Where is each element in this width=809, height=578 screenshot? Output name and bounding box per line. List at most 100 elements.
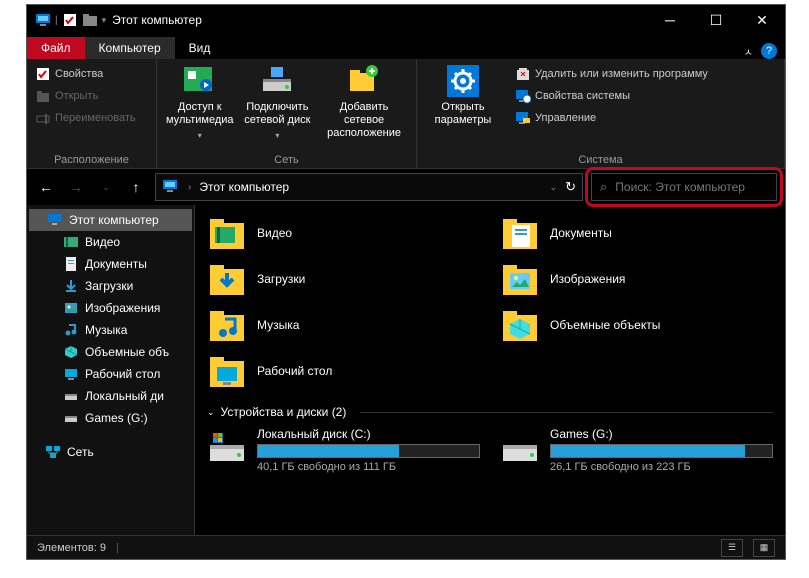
sidebar-item-downloads[interactable]: Загрузки — [27, 275, 194, 297]
map-drive-icon — [259, 63, 295, 99]
folder-3d[interactable]: Объемные объекты — [500, 305, 773, 345]
tab-computer[interactable]: Компьютер — [85, 37, 175, 59]
folder-3d-icon — [500, 305, 540, 345]
search-wrapper: ⌕ Поиск: Этот компьютер — [591, 173, 777, 201]
sidebar-item-games-drive[interactable]: Games (G:) — [27, 407, 194, 429]
address-dropdown-icon[interactable]: ⌄ — [550, 182, 558, 193]
folder-desktop[interactable]: Рабочий стол — [207, 351, 480, 391]
view-icons-button[interactable]: ▦ — [753, 539, 775, 557]
folder-documents[interactable]: Документы — [500, 213, 773, 253]
folder-desktop-icon — [207, 351, 247, 391]
address-field[interactable]: › Этот компьютер ⌄ ↻ — [155, 173, 583, 201]
folder-video-icon — [207, 213, 247, 253]
collapse-ribbon-icon[interactable]: ㅅ — [744, 44, 753, 59]
window-title: Этот компьютер — [112, 13, 647, 27]
view-details-button[interactable]: ☰ — [721, 539, 743, 557]
open-icon — [35, 88, 51, 104]
system-properties-button[interactable]: Свойства системы — [515, 85, 708, 107]
folder-pictures-icon — [500, 259, 540, 299]
folder-music[interactable]: Музыка — [207, 305, 480, 345]
explorer-window: | ▾ Этот компьютер ─ ☐ ✕ Файл Компьютер … — [26, 4, 786, 560]
rename-icon — [35, 110, 51, 126]
minimize-button[interactable]: ─ — [647, 5, 693, 35]
recent-dropdown[interactable]: ⌄ — [95, 182, 117, 193]
video-icon — [63, 234, 79, 250]
folder-pictures[interactable]: Изображения — [500, 259, 773, 299]
cube-icon — [63, 344, 79, 360]
properties-quick-icon[interactable] — [62, 12, 78, 28]
sysprops-icon — [515, 88, 531, 104]
dropdown-icon[interactable]: ▾ — [102, 15, 107, 26]
drive-icon — [63, 388, 79, 404]
close-button[interactable]: ✕ — [739, 5, 785, 35]
desktop-icon — [63, 366, 79, 382]
chevron-down-icon: ⌄ — [207, 407, 215, 418]
content-area: Этот компьютер Видео Документы Загрузки … — [27, 205, 785, 535]
sidebar-item-pictures[interactable]: Изображения — [27, 297, 194, 319]
documents-icon — [63, 256, 79, 272]
folders-grid: Видео Документы Загрузки Изображения Муз… — [207, 213, 773, 391]
group-label-network: Сеть — [165, 154, 408, 166]
sidebar-item-3d[interactable]: Объемные объ — [27, 341, 194, 363]
search-icon: ⌕ — [600, 179, 607, 195]
open-settings-button[interactable]: Открыть параметры — [425, 63, 501, 152]
folder-downloads-icon — [207, 259, 247, 299]
manage-button[interactable]: Управление — [515, 107, 708, 129]
ribbon: Свойства Открыть Переименовать Расположе… — [27, 59, 785, 169]
tab-view[interactable]: Вид — [175, 37, 225, 59]
pictures-icon — [63, 300, 79, 316]
drive-usage-bar — [257, 444, 480, 458]
pc-icon — [162, 178, 180, 196]
group-label-system: Система — [425, 154, 776, 166]
network-icon — [45, 444, 61, 460]
music-icon — [63, 322, 79, 338]
sidebar-item-network[interactable]: Сеть — [27, 441, 194, 463]
map-drive-button[interactable]: Подключить сетевой диск▾ — [243, 63, 313, 152]
titlebar[interactable]: | ▾ Этот компьютер ─ ☐ ✕ — [27, 5, 785, 35]
main-panel[interactable]: Видео Документы Загрузки Изображения Муз… — [195, 205, 785, 535]
group-label-location: Расположение — [35, 154, 148, 166]
drive-c[interactable]: Локальный диск (C:) 40,1 ГБ свободно из … — [207, 427, 480, 473]
refresh-button[interactable]: ↻ — [565, 179, 576, 195]
add-location-button[interactable]: Добавить сетевое расположение — [320, 63, 408, 152]
sidebar-item-music[interactable]: Музыка — [27, 319, 194, 341]
address-text: Этот компьютер — [199, 180, 541, 194]
up-button[interactable]: ↑ — [125, 179, 147, 195]
new-folder-quick-icon[interactable] — [82, 12, 98, 28]
tab-file[interactable]: Файл — [27, 37, 85, 59]
sidebar-item-videos[interactable]: Видео — [27, 231, 194, 253]
pc-icon — [35, 12, 51, 28]
sidebar-item-this-pc[interactable]: Этот компьютер — [29, 209, 192, 231]
folder-videos[interactable]: Видео — [207, 213, 480, 253]
quick-access-toolbar: | ▾ — [35, 12, 106, 28]
status-item-count: Элементов: 9 — [37, 542, 106, 554]
sidebar-item-documents[interactable]: Документы — [27, 253, 194, 275]
drive-label: Games (G:) — [550, 427, 773, 441]
drive-label: Локальный диск (C:) — [257, 427, 480, 441]
help-icon[interactable]: ? — [761, 43, 777, 59]
search-input[interactable]: ⌕ Поиск: Этот компьютер — [591, 173, 777, 201]
sidebar-item-desktop[interactable]: Рабочий стол — [27, 363, 194, 385]
uninstall-icon — [515, 66, 531, 82]
uninstall-button[interactable]: Удалить или изменить программу — [515, 63, 708, 85]
drive-usage-bar — [550, 444, 773, 458]
window-controls: ─ ☐ ✕ — [647, 5, 785, 35]
folder-downloads[interactable]: Загрузки — [207, 259, 480, 299]
chevron-right-icon[interactable]: › — [188, 182, 191, 193]
drive-g[interactable]: Games (G:) 26,1 ГБ свободно из 223 ГБ — [500, 427, 773, 473]
open-button: Открыть — [35, 85, 136, 107]
sidebar-item-local-disk[interactable]: Локальный ди — [27, 385, 194, 407]
properties-button[interactable]: Свойства — [35, 63, 136, 85]
drive-icon — [63, 410, 79, 426]
maximize-button[interactable]: ☐ — [693, 5, 739, 35]
search-placeholder: Поиск: Этот компьютер — [615, 180, 745, 194]
ribbon-tabs: Файл Компьютер Вид ㅅ ? — [27, 35, 785, 59]
sidebar[interactable]: Этот компьютер Видео Документы Загрузки … — [27, 205, 195, 535]
drives-header[interactable]: ⌄ Устройства и диски (2) — [207, 405, 773, 419]
statusbar: Элементов: 9 | ☰ ▦ — [27, 535, 785, 559]
back-button[interactable]: ← — [35, 179, 57, 195]
drive-free-text: 26,1 ГБ свободно из 223 ГБ — [550, 461, 773, 473]
media-access-button[interactable]: Доступ к мультимедиа▾ — [165, 63, 235, 152]
forward-button[interactable]: → — [65, 179, 87, 195]
folder-documents-icon — [500, 213, 540, 253]
